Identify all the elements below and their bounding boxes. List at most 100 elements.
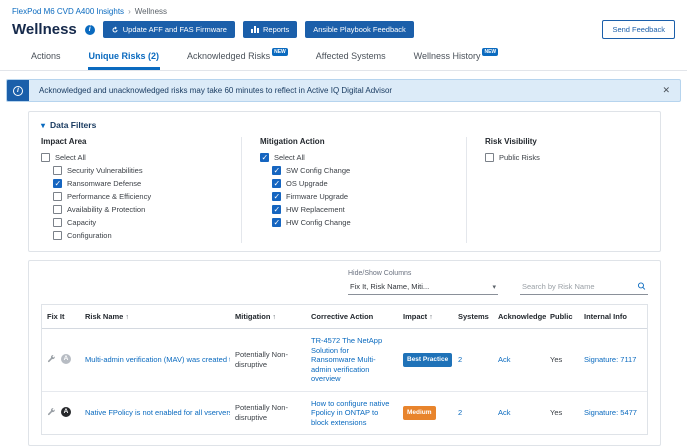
filter-option-label: Public Risks [499,153,540,162]
col-header-mitigation[interactable]: Mitigation↑ [230,305,306,329]
filter-option-label: Capacity [67,218,96,227]
filter-option-hw-config-change[interactable]: HW Config Change [272,217,466,228]
filter-option-select-all[interactable]: Select All [260,152,466,163]
cell-corrective-action: TR-4572 The NetApp Solution for Ransomwa… [306,329,398,392]
filter-option-security-vulnerabilities[interactable]: Security Vulnerabilities [53,165,241,176]
tab-label: Affected Systems [316,51,386,61]
ansible-icon[interactable]: A [61,407,71,417]
checkbox-hw-replacement[interactable] [272,205,281,214]
cell-acknowledge: Ack [493,391,545,434]
breadcrumb-current: Wellness [135,7,167,16]
checkbox-firmware-upgrade[interactable] [272,192,281,201]
info-icon[interactable]: i [85,25,95,35]
chevron-down-icon: ▾ [492,283,496,291]
cell-public: Yes [545,329,579,392]
search-icon[interactable] [637,281,646,291]
filter-option-label: Firmware Upgrade [286,192,348,201]
cell-acknowledge: Ack [493,329,545,392]
update-firmware-button[interactable]: Update AFF and FAS Firmware [103,21,235,38]
signature-link[interactable]: Signature: 5477 [584,408,637,417]
impact-badge: Best Practice [403,353,452,367]
table-row: A Native FPolicy is not enabled for all … [42,391,647,434]
tab-label: Actions [31,51,61,61]
checkbox-select-all[interactable] [260,153,269,162]
filter-group-title: Impact Area [41,137,241,146]
columns-dropdown[interactable]: Fix It, Risk Name, Miti... ▾ [348,280,498,295]
mitigation-text: Potentially Non-disruptive [235,350,288,369]
col-header-internal-info[interactable]: Internal Info [579,305,647,329]
signature-link[interactable]: Signature: 7117 [584,355,636,364]
ansible-feedback-button[interactable]: Ansible Playbook Feedback [305,21,414,38]
col-header-label: Acknowledge [498,312,546,321]
col-header-fix-it[interactable]: Fix It [42,305,80,329]
risks-table: Fix It Risk Name↑ Mitigation↑ Corrective… [41,304,648,435]
checkbox-ransomware-defense[interactable] [53,179,62,188]
reports-button[interactable]: Reports [243,21,297,38]
filter-option-select-all[interactable]: Select All [41,152,241,163]
new-badge: NEW [482,48,498,56]
filter-option-os-upgrade[interactable]: OS Upgrade [272,178,466,189]
filter-option-firmware-upgrade[interactable]: Firmware Upgrade [272,191,466,202]
cell-risk-name: Native FPolicy is not enabled for all vs… [80,391,230,434]
risk-name-link[interactable]: Native FPolicy is not enabled for all vs… [85,408,230,417]
breadcrumb-separator: › [128,7,131,16]
col-header-risk-name[interactable]: Risk Name↑ [80,305,230,329]
tab-wellness-history[interactable]: Wellness History NEW [413,48,500,70]
data-filters-toggle[interactable]: ▾ Data Filters [41,120,648,130]
cell-impact: Best Practice [398,329,453,392]
filter-option-label: SW Config Change [286,166,350,175]
cell-internal-info: Signature: 7117 [579,329,647,392]
table-row: A Multi-admin verification (MAV) was cre… [42,329,647,392]
checkbox-capacity[interactable] [53,218,62,227]
filter-option-sw-config-change[interactable]: SW Config Change [272,165,466,176]
tab-actions[interactable]: Actions [30,48,62,70]
checkbox-security-vulnerabilities[interactable] [53,166,62,175]
risk-name-link[interactable]: Multi-admin verification (MAV) was creat… [85,355,230,364]
filter-option-performance-efficiency[interactable]: Performance & Efficiency [53,191,241,202]
checkbox-sw-config-change[interactable] [272,166,281,175]
col-header-label: Risk Name [85,312,123,321]
checkbox-configuration[interactable] [53,231,62,240]
checkbox-public-risks[interactable] [485,153,494,162]
systems-count-link[interactable]: 2 [458,355,462,364]
filter-option-label: OS Upgrade [286,179,328,188]
checkbox-os-upgrade[interactable] [272,179,281,188]
corrective-action-link[interactable]: How to configure native Fpolicy in ONTAP… [311,399,389,427]
wrench-icon[interactable] [47,354,56,363]
filter-option-capacity[interactable]: Capacity [53,217,241,228]
cell-mitigation: Potentially Non-disruptive [230,329,306,392]
filter-option-availability-protection[interactable]: Availability & Protection [53,204,241,215]
checkbox-hw-config-change[interactable] [272,218,281,227]
cell-public: Yes [545,391,579,434]
search-input[interactable] [522,282,634,291]
filter-option-hw-replacement[interactable]: HW Replacement [272,204,466,215]
tab-acknowledged-risks[interactable]: Acknowledged Risks NEW [186,48,289,70]
ack-link[interactable]: Ack [498,355,511,364]
filter-groups: Impact Area Select All Security Vulnerab… [41,137,648,243]
filter-option-public-risks[interactable]: Public Risks [485,152,648,163]
ack-link[interactable]: Ack [498,408,511,417]
sort-asc-icon: ↑ [272,314,276,321]
systems-count-link[interactable]: 2 [458,408,462,417]
breadcrumb-root-link[interactable]: FlexPod M6 CVD A400 Insights [12,7,124,16]
tab-unique-risks[interactable]: Unique Risks (2) [88,48,161,70]
send-feedback-button[interactable]: Send Feedback [602,20,675,39]
corrective-action-link[interactable]: TR-4572 The NetApp Solution for Ransomwa… [311,336,382,383]
filter-option-configuration[interactable]: Configuration [53,230,241,241]
checkbox-performance-efficiency[interactable] [53,192,62,201]
col-header-corrective-action[interactable]: Corrective Action [306,305,398,329]
wrench-icon[interactable] [47,407,56,416]
col-header-public[interactable]: Public [545,305,579,329]
wellness-page: FlexPod M6 CVD A400 Insights › Wellness … [0,0,687,410]
data-filters-title: Data Filters [50,120,96,130]
checkbox-availability-protection[interactable] [53,205,62,214]
col-header-impact[interactable]: Impact↑ [398,305,453,329]
checkbox-select-all[interactable] [41,153,50,162]
col-header-systems[interactable]: Systems [453,305,493,329]
ansible-icon[interactable]: A [61,354,71,364]
tab-affected-systems[interactable]: Affected Systems [315,48,387,70]
cell-fix-it: A [42,391,80,434]
col-header-acknowledge[interactable]: Acknowledge [493,305,545,329]
close-icon[interactable]: ✕ [652,85,680,96]
filter-option-ransomware-defense[interactable]: Ransomware Defense [53,178,241,189]
